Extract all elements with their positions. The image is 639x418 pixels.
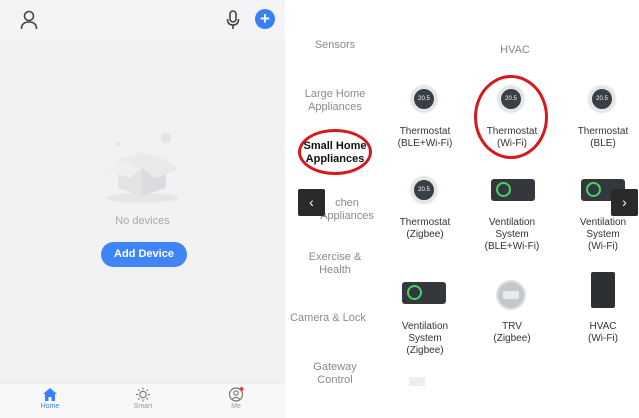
device-thermostat-ble[interactable]: 20.5 Thermostat (BLE) [558,84,639,154]
selected-category-highlight [298,129,372,175]
thermostat-display: 20.5 [411,177,437,203]
device-thermostat-zigbee[interactable]: 20.5 Thermostat (Zigbee) [380,176,470,248]
empty-state-message: No devices [115,215,170,227]
category-camera-lock[interactable]: Camera & Lock [278,312,378,325]
thermostat-display: 20.5 [411,86,437,112]
category-label: Exercise & [308,251,362,263]
device-ventilation-wifi[interactable]: Ventilation System (Wi-Fi) [558,176,639,256]
selected-device-highlight [474,75,548,159]
hvac-panel-icon [558,272,639,308]
partial-device-tile [409,377,425,386]
top-bar: + [0,0,285,38]
device-label: HVAC [589,321,617,332]
section-title: HVAC [500,44,530,56]
device-label: (Wi-Fi) [588,333,618,344]
device-ventilation-zigbee[interactable]: Ventilation System (Zigbee) [380,280,470,362]
home-icon [43,388,57,401]
device-label: (Zigbee) [406,229,444,240]
device-label: System [495,229,529,240]
empty-box-icon [106,133,178,203]
thermostat-display: 20.5 [589,86,615,112]
device-hvac-wifi[interactable]: HVAC (Wi-Fi) [558,272,639,352]
nav-home-label: Home [40,403,60,410]
bottom-navigation: Home Smart Me [0,383,285,418]
device-label: (Wi-Fi) [588,241,618,252]
radiator-valve-icon [467,280,557,314]
plus-circle-icon[interactable]: + [255,9,275,29]
device-label: TRV [502,321,522,332]
device-label: (Zigbee) [406,345,444,356]
device-label: (BLE+Wi-Fi) [397,138,453,149]
ventilation-unit-icon [380,280,470,314]
device-ventilation-ble-wifi[interactable]: Ventilation System (BLE+Wi-Fi) [467,176,557,256]
microphone-icon[interactable] [226,10,240,30]
device-label: (BLE) [590,138,616,149]
category-label: Health [319,264,351,276]
app-home-screen: + No devices Add Device Home Smart Me [0,0,285,418]
device-label: Thermostat [399,217,451,228]
thermostat-icon: 20.5 [380,84,470,118]
category-label: Camera & Lock [290,312,366,324]
device-label: Thermostat [399,126,451,137]
chevron-left-icon[interactable]: ‹ [298,189,325,216]
category-large-home-appliances[interactable]: Large Home Appliances [285,88,385,114]
category-gateway-control[interactable]: Gateway Control [285,361,385,387]
category-label: Control [317,374,353,386]
nav-home[interactable]: Home [20,387,80,410]
device-label: (Zigbee) [493,333,531,344]
thermostat-icon: 20.5 [380,176,470,210]
device-label: Ventilation [579,217,627,228]
device-thermostat-ble-wifi[interactable]: 20.5 Thermostat (BLE+Wi-Fi) [380,84,470,154]
person-outline-icon[interactable] [20,10,38,30]
ventilation-unit-icon [467,176,557,210]
nav-me-label: Me [231,403,241,410]
person-circle-icon [228,387,244,402]
nav-smart[interactable]: Smart [113,387,173,410]
category-sensors[interactable]: Sensors [285,39,385,52]
chevron-right-icon[interactable]: › [611,189,638,216]
device-label: System [408,333,442,344]
device-trv-zigbee[interactable]: TRV (Zigbee) [467,280,557,350]
device-label: Ventilation [401,321,449,332]
add-device-catalog: Sensors Large Home Appliances Small Home… [285,0,639,418]
category-exercise-health[interactable]: Exercise & Health [285,251,385,277]
category-label: Appliances [308,101,362,113]
device-label: Thermostat [577,126,629,137]
category-label: Gateway [313,361,357,373]
device-label: (BLE+Wi-Fi) [484,241,540,252]
device-label: Ventilation [488,217,536,228]
category-label: Large Home [304,88,366,100]
category-label: Sensors [314,39,356,51]
sun-icon [136,387,150,402]
nav-me[interactable]: Me [206,387,266,410]
add-device-button[interactable]: Add Device [101,242,187,267]
device-label: System [586,229,620,240]
nav-smart-label: Smart [133,403,153,410]
thermostat-icon: 20.5 [558,84,639,118]
